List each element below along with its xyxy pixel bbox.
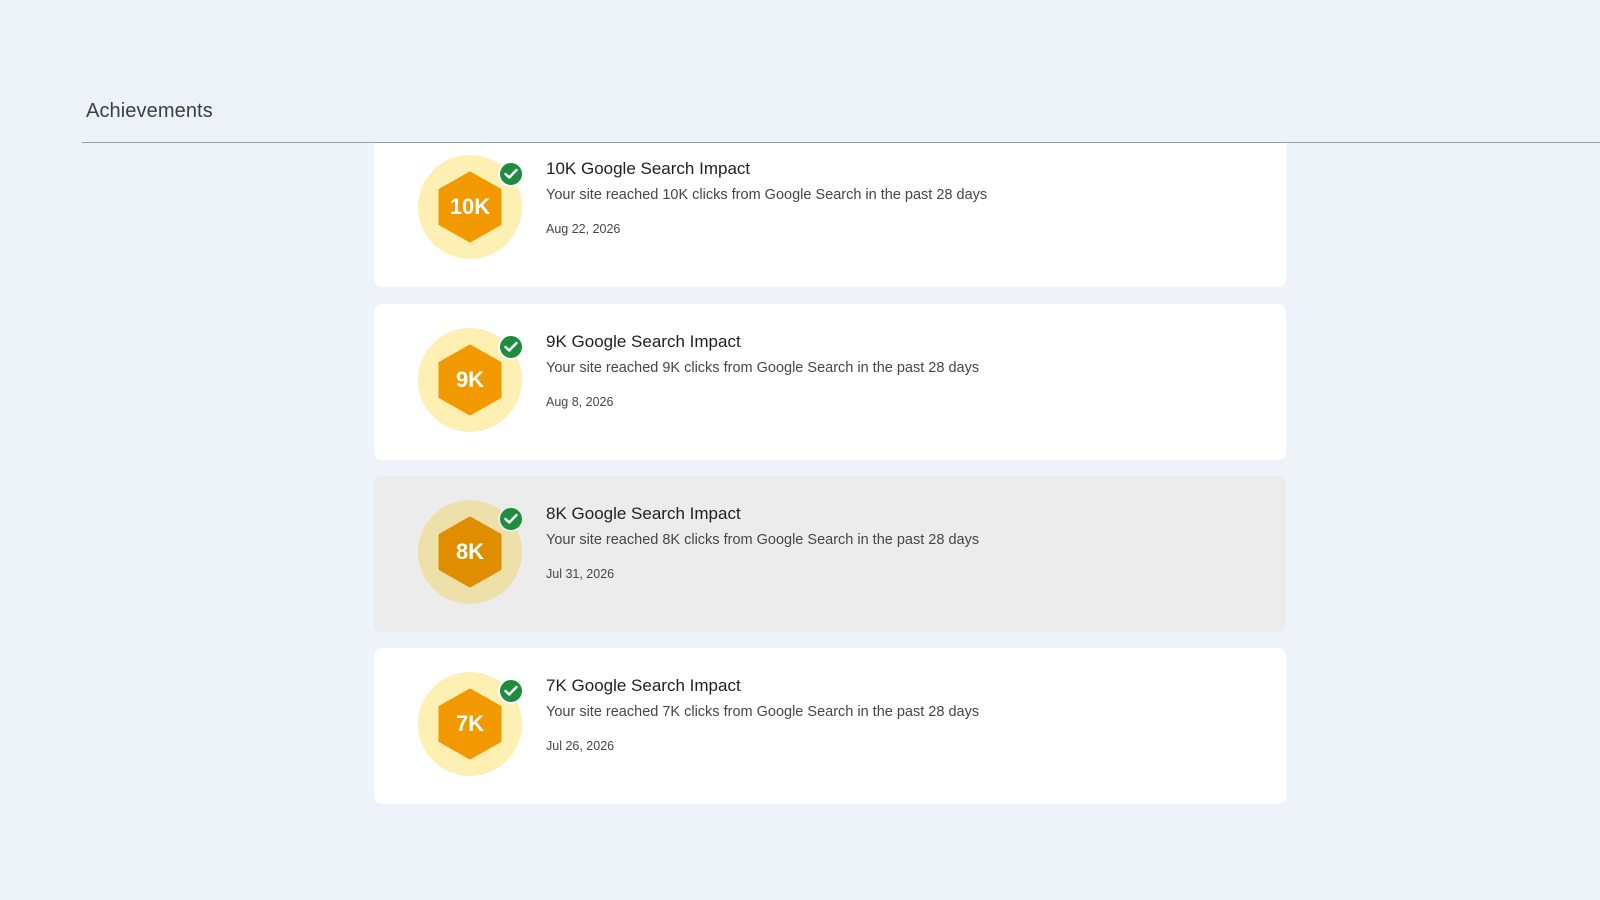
- achievement-date: Aug 22, 2026: [546, 222, 621, 236]
- achievement-date: Jul 31, 2026: [546, 567, 615, 581]
- achievement-date: Jul 26, 2026: [546, 739, 615, 753]
- page-header: Achievements: [0, 0, 1600, 143]
- achievement-badge: 9K: [418, 328, 524, 432]
- achievement-badge: 8K: [418, 500, 524, 604]
- check-circle-icon: [498, 678, 524, 704]
- achievement-description: Your site reached 9K clicks from Google …: [546, 360, 980, 376]
- check-circle-icon: [498, 334, 524, 360]
- achievement-description: Your site reached 7K clicks from Google …: [546, 704, 980, 720]
- achievement-title: 9K Google Search Impact: [546, 332, 741, 351]
- achievement-description: Your site reached 10K clicks from Google…: [546, 187, 988, 203]
- achievement-card[interactable]: 8K 8K Google Search Impact Your site rea…: [374, 476, 1286, 632]
- achievement-badge: 7K: [418, 672, 524, 776]
- achievement-description: Your site reached 8K clicks from Google …: [546, 532, 980, 548]
- achievement-title: 10K Google Search Impact: [546, 159, 751, 178]
- achievement-card[interactable]: 7K 7K Google Search Impact Your site rea…: [374, 648, 1286, 804]
- achievement-card[interactable]: 10K 10K Google Search Impact Your site r…: [374, 143, 1286, 287]
- achievements-list: 10K 10K Google Search Impact Your site r…: [374, 143, 1286, 863]
- check-circle-icon: [498, 506, 524, 532]
- achievement-title: 7K Google Search Impact: [546, 676, 741, 695]
- check-circle-icon: [498, 161, 524, 187]
- achievement-title: 8K Google Search Impact: [546, 504, 741, 523]
- achievement-badge: 10K: [418, 155, 524, 259]
- achievement-card[interactable]: 9K 9K Google Search Impact Your site rea…: [374, 304, 1286, 460]
- achievement-date: Aug 8, 2026: [546, 395, 614, 409]
- page-title: Achievements: [86, 100, 213, 122]
